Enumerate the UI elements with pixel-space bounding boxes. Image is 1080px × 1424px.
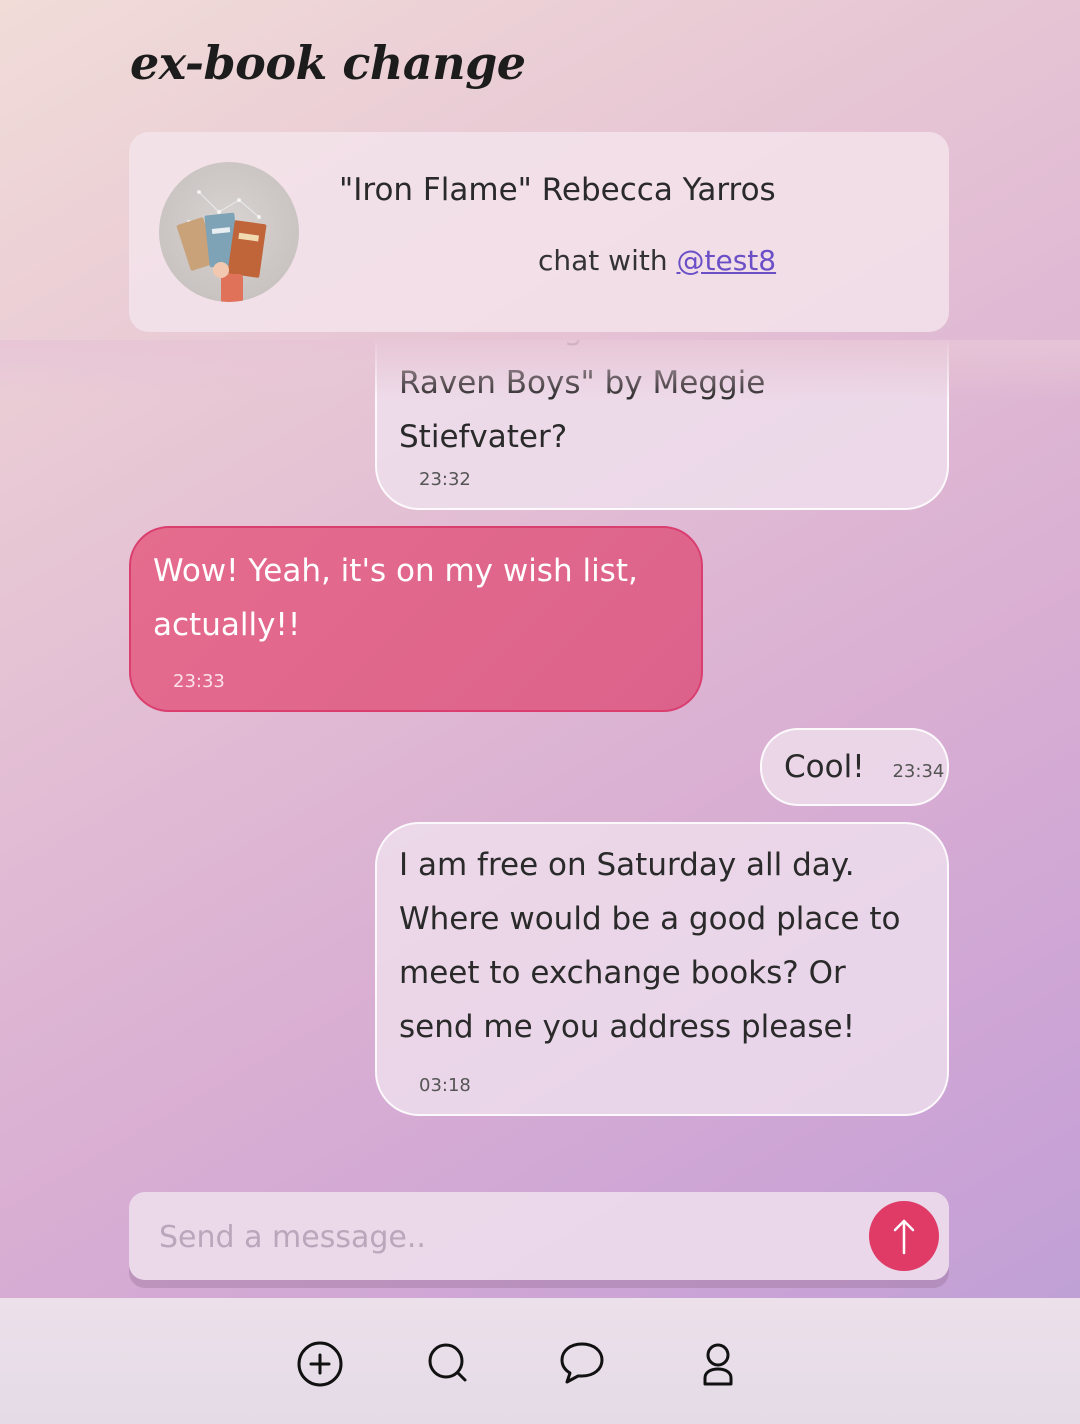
chat-with-line: chat with @test8	[538, 244, 776, 277]
message-bubble-sent: Can I change this book on "The Raven Boy…	[375, 340, 949, 510]
book-thumbnail[interactable]	[159, 162, 299, 302]
message-time: 03:18	[419, 1075, 471, 1096]
message-text: Cool!	[784, 749, 865, 785]
book-header-card: "Iron Flame" Rebecca Yarros chat with @t…	[129, 132, 949, 332]
message-time: 23:32	[419, 469, 471, 490]
message-text: Can I change this book on "The Raven Boy…	[399, 340, 884, 455]
add-circle-icon	[297, 1341, 343, 1387]
partner-handle-link[interactable]: @test8	[677, 244, 777, 277]
message-input[interactable]	[157, 1210, 861, 1264]
search-icon	[428, 1343, 467, 1382]
message-text: I am free on Saturday all day. Where wou…	[399, 847, 901, 1045]
message-bubble-sent: I am free on Saturday all day. Where wou…	[375, 822, 949, 1116]
message-bubble-received: Wow! Yeah, it's on my wish list, actuall…	[129, 526, 703, 712]
book-title: "Iron Flame" Rebecca Yarros	[339, 172, 776, 208]
nav-search-button[interactable]	[423, 1338, 473, 1388]
chat-bubble-icon	[560, 1342, 604, 1384]
send-button[interactable]	[869, 1201, 939, 1271]
message-text: Wow! Yeah, it's on my wish list, actuall…	[153, 553, 638, 643]
arrow-up-icon	[893, 1219, 915, 1255]
nav-chats-button[interactable]	[557, 1338, 607, 1388]
profile-icon	[703, 1343, 733, 1386]
message-time: 23:34	[892, 761, 945, 782]
bottom-nav-bar	[0, 1298, 1080, 1424]
nav-profile-button[interactable]	[693, 1338, 743, 1388]
message-list[interactable]: Can I change this book on "The Raven Boy…	[0, 340, 1080, 1170]
message-composer	[129, 1192, 949, 1280]
app-title: ex-book change	[130, 36, 526, 90]
book-cover-photo-icon	[176, 190, 267, 302]
nav-add-button[interactable]	[295, 1338, 345, 1388]
message-bubble-sent: Cool! 23:34	[760, 728, 949, 806]
message-time: 23:33	[173, 671, 225, 692]
chat-with-label: chat with	[538, 244, 668, 277]
